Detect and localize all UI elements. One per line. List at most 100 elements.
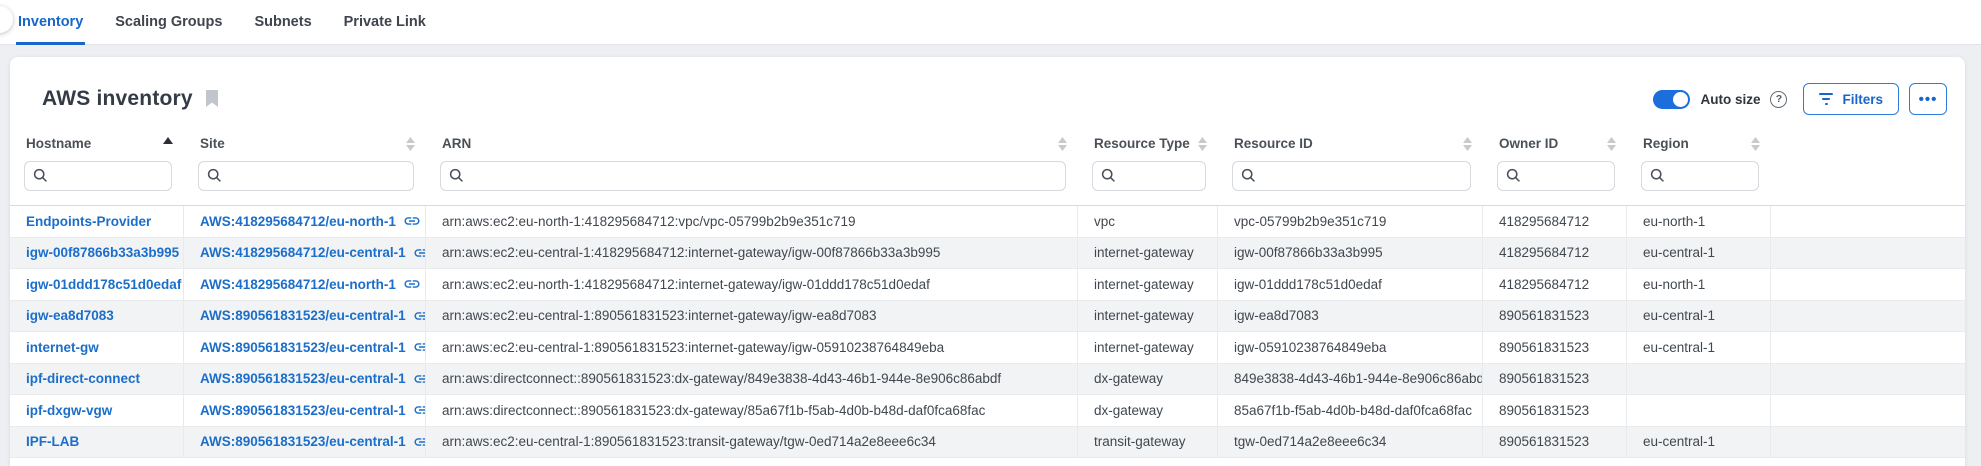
table-row: igw-ea8d7083 AWS:890561831523/eu-central-… — [10, 301, 1965, 333]
column-label-arn[interactable]: ARN — [442, 136, 471, 151]
cell-resource_id: 849e3838-4d43-46b1-944e-8e906c86abdf — [1218, 364, 1483, 395]
sort-icon[interactable] — [406, 137, 415, 151]
column-header-resource_type: Resource Type — [1078, 131, 1218, 205]
tab-private-link[interactable]: Private Link — [344, 0, 426, 45]
auto-size-toggle[interactable] — [1653, 90, 1690, 109]
cell-filler — [1771, 206, 1965, 237]
column-label-resource_type[interactable]: Resource Type — [1094, 136, 1190, 151]
link-icon[interactable] — [403, 275, 421, 293]
cell-region: eu-central-1 — [1627, 427, 1771, 458]
sort-icon[interactable] — [1198, 137, 1207, 151]
toggle-knob — [1673, 92, 1688, 107]
table-row: ipf-dxgw-vgw AWS:890561831523/eu-central-… — [10, 395, 1965, 427]
site-link[interactable]: AWS:890561831523/eu-central-1 — [200, 308, 406, 323]
filters-button-label: Filters — [1842, 92, 1883, 107]
cell-arn: arn:aws:directconnect::890561831523:dx-g… — [426, 395, 1078, 426]
cell-owner_id: 890561831523 — [1483, 364, 1627, 395]
cell-site: AWS:418295684712/eu-north-1 — [184, 269, 426, 300]
cell-resource_id: igw-01ddd178c51d0edaf — [1218, 269, 1483, 300]
filter-icon — [1819, 93, 1833, 105]
cell-site: AWS:418295684712/eu-central-1 — [184, 238, 426, 269]
tab-scaling-groups[interactable]: Scaling Groups — [115, 0, 222, 45]
sort-asc-icon[interactable] — [163, 137, 173, 144]
column-label-resource_id[interactable]: Resource ID — [1234, 136, 1313, 151]
filters-button[interactable]: Filters — [1803, 83, 1899, 115]
site-link[interactable]: AWS:890561831523/eu-central-1 — [200, 340, 406, 355]
sort-icon[interactable] — [1463, 137, 1472, 151]
cell-region: eu-north-1 — [1627, 269, 1771, 300]
bookmark-icon[interactable] — [205, 90, 219, 108]
column-label-site[interactable]: Site — [200, 136, 225, 151]
cell-hostname: Endpoints-Provider — [10, 206, 184, 237]
cell-filler — [1771, 364, 1965, 395]
cell-arn: arn:aws:ec2:eu-north-1:418295684712:inte… — [426, 269, 1078, 300]
sort-icon[interactable] — [1607, 137, 1616, 151]
column-header-resource_id: Resource ID — [1218, 131, 1483, 205]
search-icon — [1650, 168, 1665, 183]
tab-bar: Inventory Scaling Groups Subnets Private… — [0, 0, 1981, 45]
cell-arn: arn:aws:directconnect::890561831523:dx-g… — [426, 364, 1078, 395]
cell-arn: arn:aws:ec2:eu-central-1:890561831523:in… — [426, 332, 1078, 363]
cell-resource_type: dx-gateway — [1078, 364, 1218, 395]
cell-owner_id: 418295684712 — [1483, 238, 1627, 269]
site-link[interactable]: AWS:418295684712/eu-north-1 — [200, 277, 396, 292]
auto-size-label: Auto size — [1700, 92, 1760, 107]
cell-region — [1627, 395, 1771, 426]
tab-inventory[interactable]: Inventory — [18, 0, 83, 45]
link-icon[interactable] — [413, 307, 426, 325]
filter-input-resource_id[interactable] — [1232, 161, 1471, 191]
search-icon — [1241, 168, 1256, 183]
site-link[interactable]: AWS:418295684712/eu-north-1 — [200, 214, 396, 229]
filter-input-arn[interactable] — [440, 161, 1066, 191]
hostname-link[interactable]: internet-gw — [26, 340, 99, 355]
link-icon[interactable] — [413, 370, 426, 388]
hostname-link[interactable]: igw-01ddd178c51d0edaf — [26, 277, 181, 292]
link-icon[interactable] — [413, 433, 426, 451]
table-header-row: Hostname Site ARN Resource Type Resource ID O… — [10, 131, 1965, 205]
hostname-link[interactable]: igw-ea8d7083 — [26, 308, 114, 323]
search-icon — [1101, 168, 1116, 183]
link-icon[interactable] — [413, 401, 426, 419]
site-link[interactable]: AWS:890561831523/eu-central-1 — [200, 434, 406, 449]
cell-filler — [1771, 301, 1965, 332]
table-row: internet-gw AWS:890561831523/eu-central-1… — [10, 332, 1965, 364]
cell-site: AWS:890561831523/eu-central-1 — [184, 301, 426, 332]
column-label-region[interactable]: Region — [1643, 136, 1689, 151]
column-label-owner_id[interactable]: Owner ID — [1499, 136, 1558, 151]
hostname-link[interactable]: ipf-direct-connect — [26, 371, 140, 386]
cell-filler — [1771, 238, 1965, 269]
cell-owner_id: 890561831523 — [1483, 332, 1627, 363]
help-icon[interactable]: ? — [1770, 91, 1787, 108]
table-row: igw-01ddd178c51d0edaf AWS:418295684712/eu… — [10, 269, 1965, 301]
sort-icon[interactable] — [1751, 137, 1760, 151]
table-row-partial — [10, 458, 1965, 466]
column-label-hostname[interactable]: Hostname — [26, 136, 91, 151]
hostname-link[interactable]: ipf-dxgw-vgw — [26, 403, 112, 418]
site-link[interactable]: AWS:890561831523/eu-central-1 — [200, 403, 406, 418]
table-row: IPF-LABAWS:890561831523/eu-central-1arn:… — [10, 427, 1965, 459]
hostname-link[interactable]: igw-00f87866b33a3b995 — [26, 245, 179, 260]
cell-filler — [1771, 395, 1965, 426]
hostname-link[interactable]: IPF-LAB — [26, 434, 79, 449]
table-body: Endpoints-Provider AWS:418295684712/eu-no… — [10, 205, 1965, 466]
more-options-button[interactable]: ••• — [1909, 83, 1947, 115]
cell-resource_id: igw-ea8d7083 — [1218, 301, 1483, 332]
link-icon[interactable] — [403, 212, 421, 230]
site-link[interactable]: AWS:890561831523/eu-central-1 — [200, 371, 406, 386]
filter-input-site[interactable] — [198, 161, 414, 191]
cell-site: AWS:890561831523/eu-central-1 — [184, 364, 426, 395]
sort-icon[interactable] — [1058, 137, 1067, 151]
cell-resource_type: vpc — [1078, 206, 1218, 237]
cell-hostname: igw-01ddd178c51d0edaf — [10, 269, 184, 300]
hostname-link[interactable]: Endpoints-Provider — [26, 214, 151, 229]
cell-hostname: igw-00f87866b33a3b995 — [10, 238, 184, 269]
link-icon[interactable] — [413, 338, 426, 356]
site-link[interactable]: AWS:418295684712/eu-central-1 — [200, 245, 406, 260]
link-icon[interactable] — [413, 244, 426, 262]
tab-subnets[interactable]: Subnets — [254, 0, 311, 45]
cell-resource_type: transit-gateway — [1078, 427, 1218, 458]
cell-filler — [1771, 269, 1965, 300]
cell-owner_id: 890561831523 — [1483, 427, 1627, 458]
cell-owner_id: 418295684712 — [1483, 269, 1627, 300]
cell-arn: arn:aws:ec2:eu-north-1:418295684712:vpc/… — [426, 206, 1078, 237]
